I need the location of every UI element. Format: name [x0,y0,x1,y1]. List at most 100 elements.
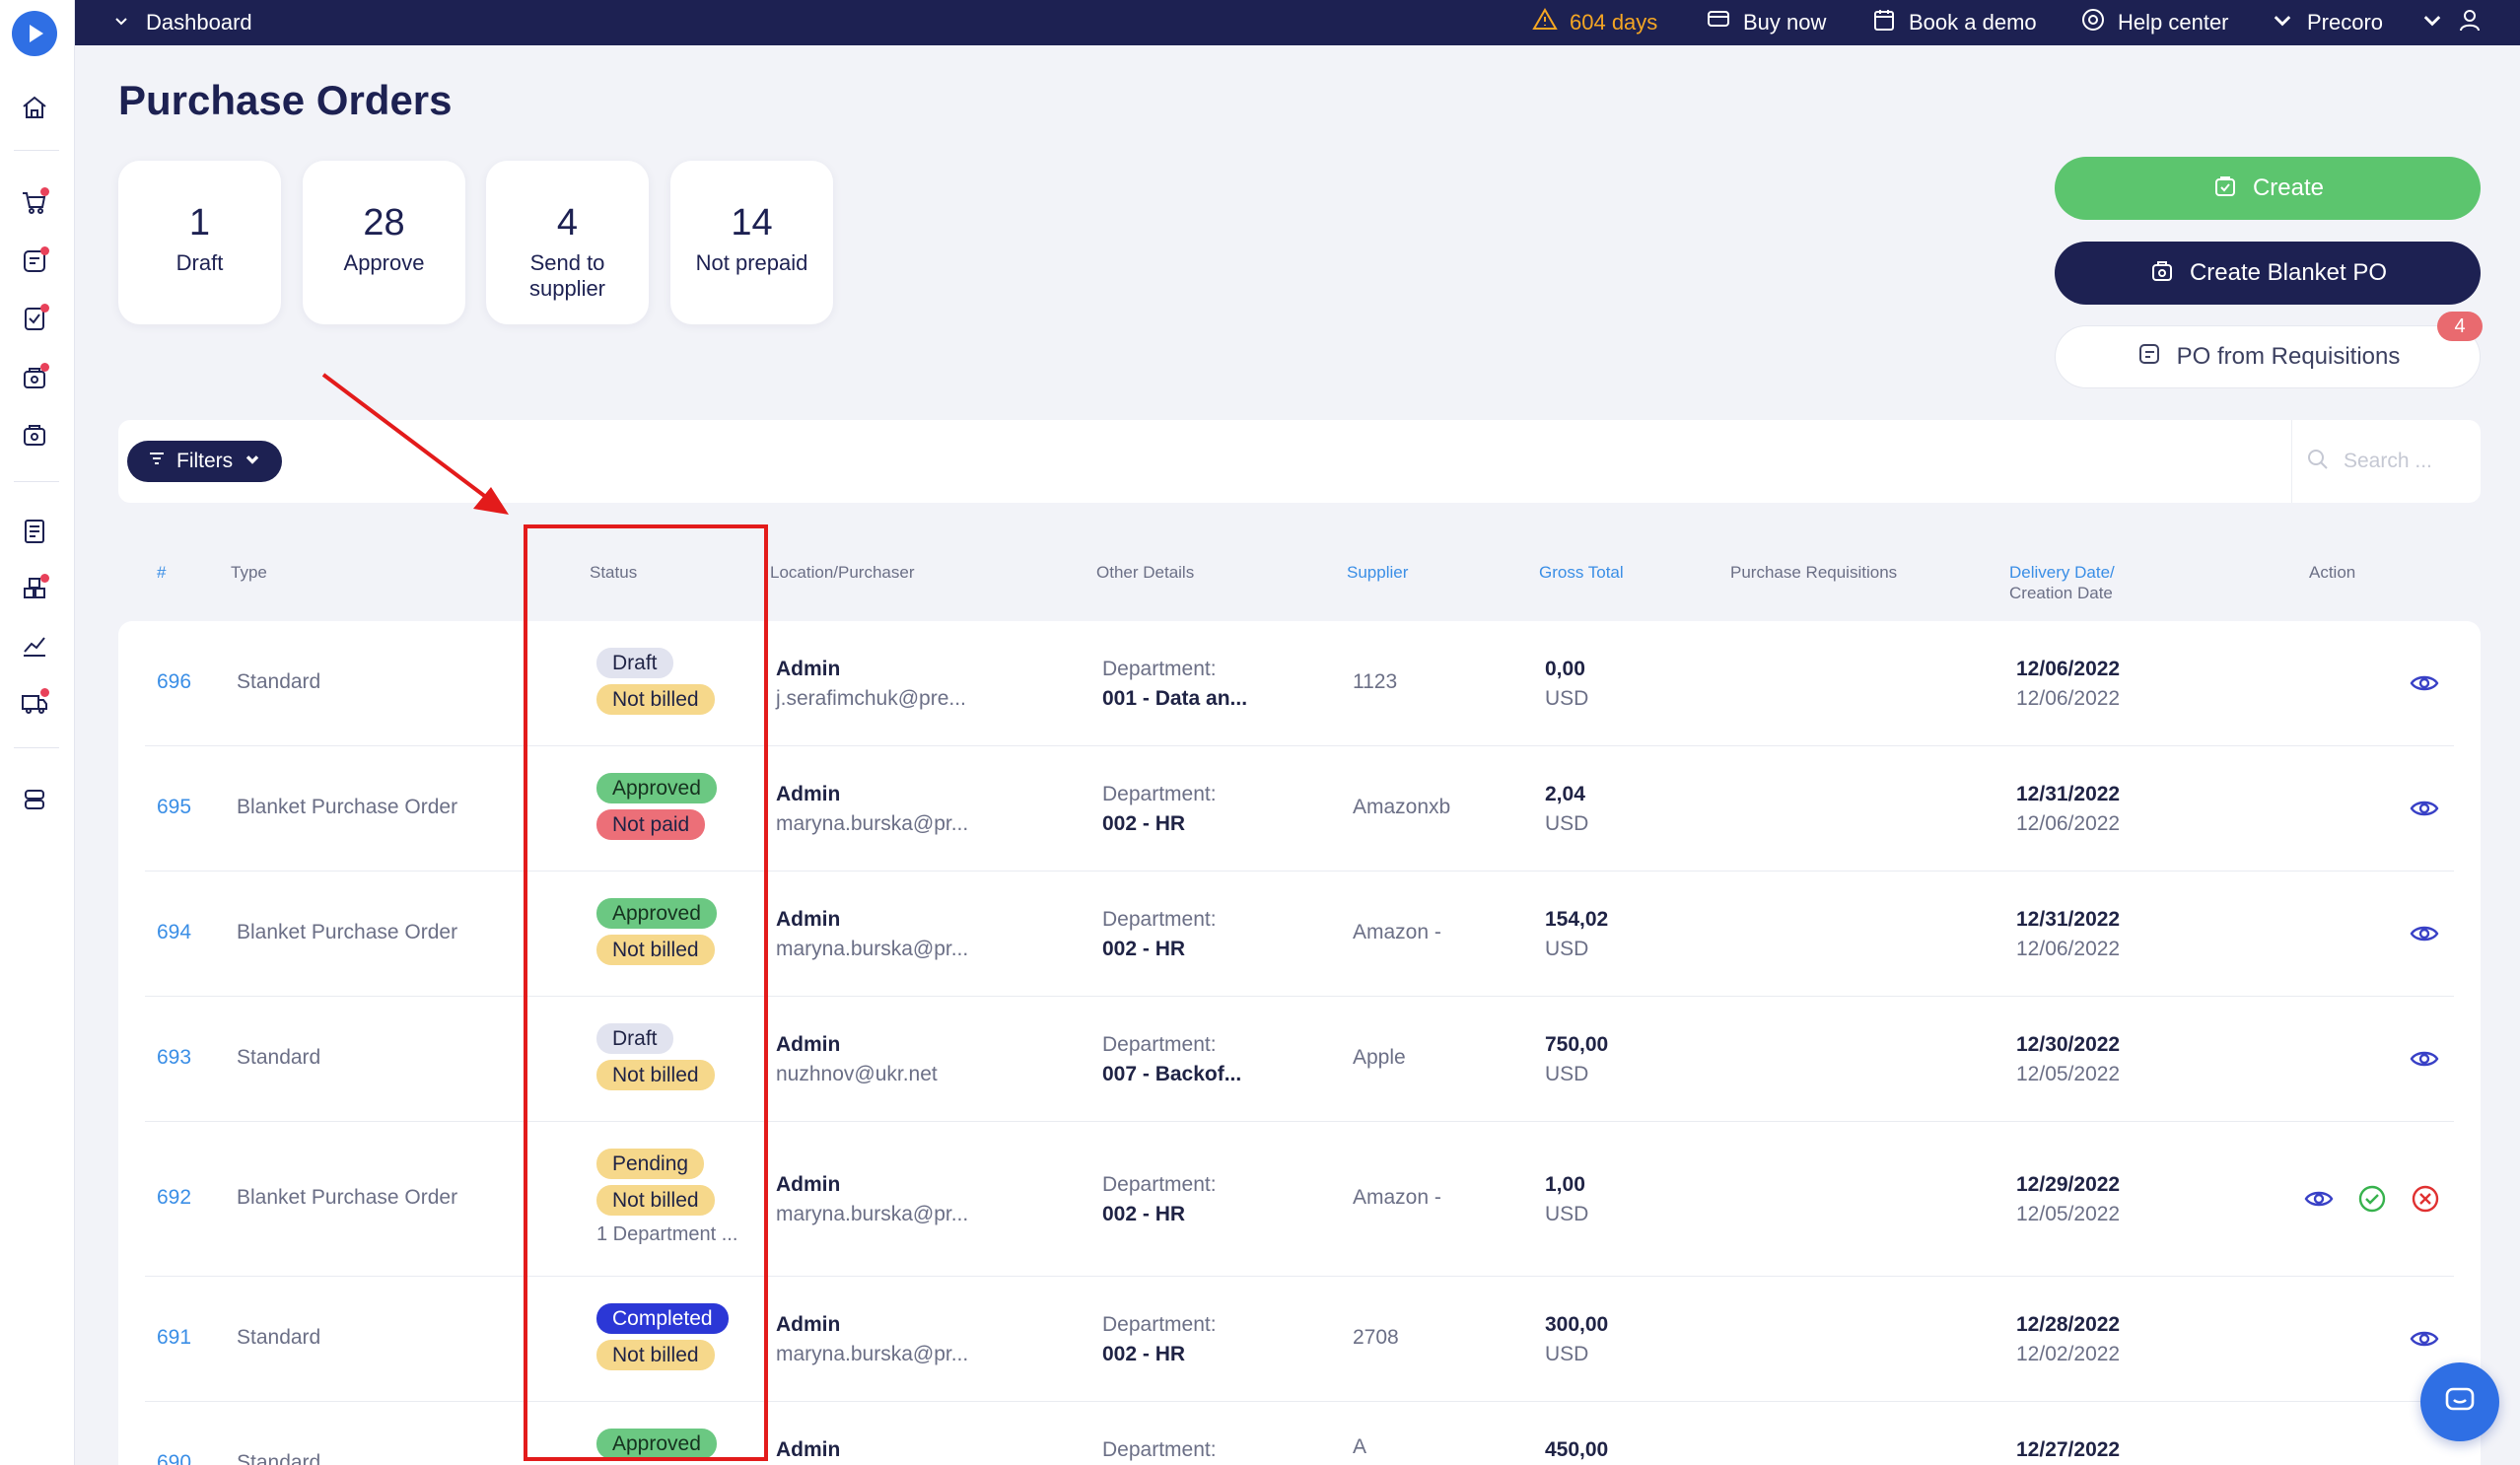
chat-icon [2442,1382,2478,1423]
book-demo-label: Book a demo [1909,10,2037,35]
department-label: Department: [1102,1438,1217,1461]
search-input[interactable] [2344,450,2462,473]
dates-cell: 12/30/2022 12/05/2022 [2016,1030,2120,1089]
requisition-icon[interactable] [18,244,51,278]
department-label: Department: [1102,1313,1217,1336]
analytics-icon[interactable] [18,629,51,663]
po-number-link[interactable]: 694 [157,921,191,944]
approve-icon[interactable] [2356,1183,2388,1221]
book-demo-button[interactable]: Book a demo [1871,0,2037,45]
purchaser-email: maryna.burska@pr... [776,812,969,835]
reject-icon[interactable] [2410,1183,2441,1221]
eye-icon[interactable] [2409,793,2440,830]
trial-days-indicator[interactable]: 604 days [1532,0,1657,45]
chat-widget-button[interactable] [2420,1362,2499,1441]
dates-cell: 12/31/2022 12/06/2022 [2016,905,2120,964]
column-header-creation: Creation Date [2009,584,2113,602]
logo-icon[interactable] [12,11,57,56]
po-type: Blanket Purchase Order [237,796,458,818]
purchaser-email: j.serafimchuk@pre... [776,687,966,710]
row-actions [2409,793,2440,830]
gross-total-cell: 0,00 USD [1545,655,1588,714]
table-row[interactable]: 695 Blanket Purchase Order Approved Not … [145,746,2454,872]
chevron-down-icon [2270,7,2295,38]
delivery-icon[interactable] [18,686,51,720]
stat-card-not-prepaid[interactable]: 14 Not prepaid [670,161,833,324]
gross-total-cell: 2,04 USD [1545,780,1588,839]
po-number-link[interactable]: 693 [157,1046,191,1070]
table-row[interactable]: 694 Blanket Purchase Order Approved Not … [145,872,2454,997]
eye-icon[interactable] [2409,918,2440,955]
help-center-button[interactable]: Help center [2080,0,2229,45]
creation-date: 12/05/2022 [2016,1063,2121,1085]
creation-date: 12/02/2022 [2016,1343,2121,1365]
receipt-icon[interactable] [18,418,51,452]
po-from-requisitions-button[interactable]: PO from Requisitions [2055,325,2481,388]
invoice-icon[interactable] [18,515,51,548]
row-actions [2409,1323,2440,1360]
filters-button[interactable]: Filters [127,441,283,482]
user-menu[interactable] [2419,0,2483,45]
po-number-link[interactable]: 690 [157,1451,191,1465]
supplier-name: 1123 [1353,670,1398,693]
sidebar [0,0,75,1465]
approval-icon[interactable] [18,302,51,335]
department-label: Department: [1102,783,1217,805]
gross-amount: 450,00 [1545,1438,1609,1461]
buy-now-button[interactable]: Buy now [1706,0,1826,45]
delivery-date: 12/31/2022 [2016,908,2121,931]
department-value: 002 - HR [1102,1343,1186,1365]
home-icon[interactable] [18,91,51,124]
requisitions-count-badge: 4 [2437,312,2483,341]
delivery-date: 12/30/2022 [2016,1033,2121,1056]
filters-label: Filters [176,450,234,472]
gross-total-cell: 450,00 [1545,1435,1608,1465]
stat-card-draft[interactable]: 1 Draft [118,161,281,324]
po-number-link[interactable]: 695 [157,796,191,819]
company-label: Precoro [2307,10,2384,35]
column-header-gross-total[interactable]: Gross Total [1539,562,1624,583]
stat-card-approve[interactable]: 28 Approve [303,161,465,324]
department-label: Department: [1102,908,1217,931]
stat-label: Send to supplier [528,250,606,301]
stat-card-send-to-supplier[interactable]: 4 Send to supplier [486,161,649,324]
department-label: Department: [1102,658,1217,680]
table-row[interactable]: 692 Blanket Purchase Order Pending Not b… [145,1122,2454,1277]
department-value: 002 - HR [1102,938,1186,960]
purchaser-name: Admin [776,908,841,931]
search-box [2291,420,2481,503]
dashboard-menu[interactable]: Dashboard [112,0,252,45]
other-details-cell: Department: 007 - Backof... [1102,1030,1241,1089]
department-value: 007 - Backof... [1102,1063,1242,1085]
gross-amount: 154,02 [1545,908,1609,931]
po-from-requisitions-label: PO from Requisitions [2176,343,2401,370]
eye-icon[interactable] [2409,1323,2440,1360]
company-switcher[interactable]: Precoro [2270,0,2383,45]
cart-icon[interactable] [18,185,51,219]
eye-icon[interactable] [2303,1183,2335,1221]
currency: USD [1545,1203,1589,1225]
help-center-label: Help center [2118,10,2229,35]
table-row[interactable]: 691 Standard Completed Not billed Admin … [145,1277,2454,1402]
gross-amount: 300,00 [1545,1313,1609,1336]
dates-cell: 12/27/2022 [2016,1435,2120,1465]
table-row[interactable]: 690 Standard Approved Admin Department: … [145,1402,2454,1465]
eye-icon[interactable] [2409,1043,2440,1081]
po-number-link[interactable]: 696 [157,670,191,694]
po-number-link[interactable]: 692 [157,1186,191,1210]
storage-icon[interactable] [18,783,51,816]
eye-icon[interactable] [2409,667,2440,705]
warehouse-icon[interactable] [18,572,51,605]
department-value: 002 - HR [1102,812,1186,835]
other-details-cell: Department: 002 - HR [1102,1310,1217,1369]
purchase-order-icon[interactable] [18,361,51,394]
table-row[interactable]: 693 Standard Draft Not billed Admin nuzh… [145,997,2454,1122]
purchaser-cell: Admin maryna.burska@pr... [776,1310,968,1369]
create-blanket-po-button[interactable]: Create Blanket PO [2055,242,2481,305]
create-button[interactable]: Create [2055,157,2481,220]
po-number-link[interactable]: 691 [157,1326,191,1350]
column-header-dates[interactable]: Delivery Date/ Creation Date [2009,562,2115,603]
column-header-supplier[interactable]: Supplier [1347,562,1408,583]
column-header-id[interactable]: # [157,562,166,583]
table-row[interactable]: 696 Standard Draft Not billed Admin j.se… [145,621,2454,746]
